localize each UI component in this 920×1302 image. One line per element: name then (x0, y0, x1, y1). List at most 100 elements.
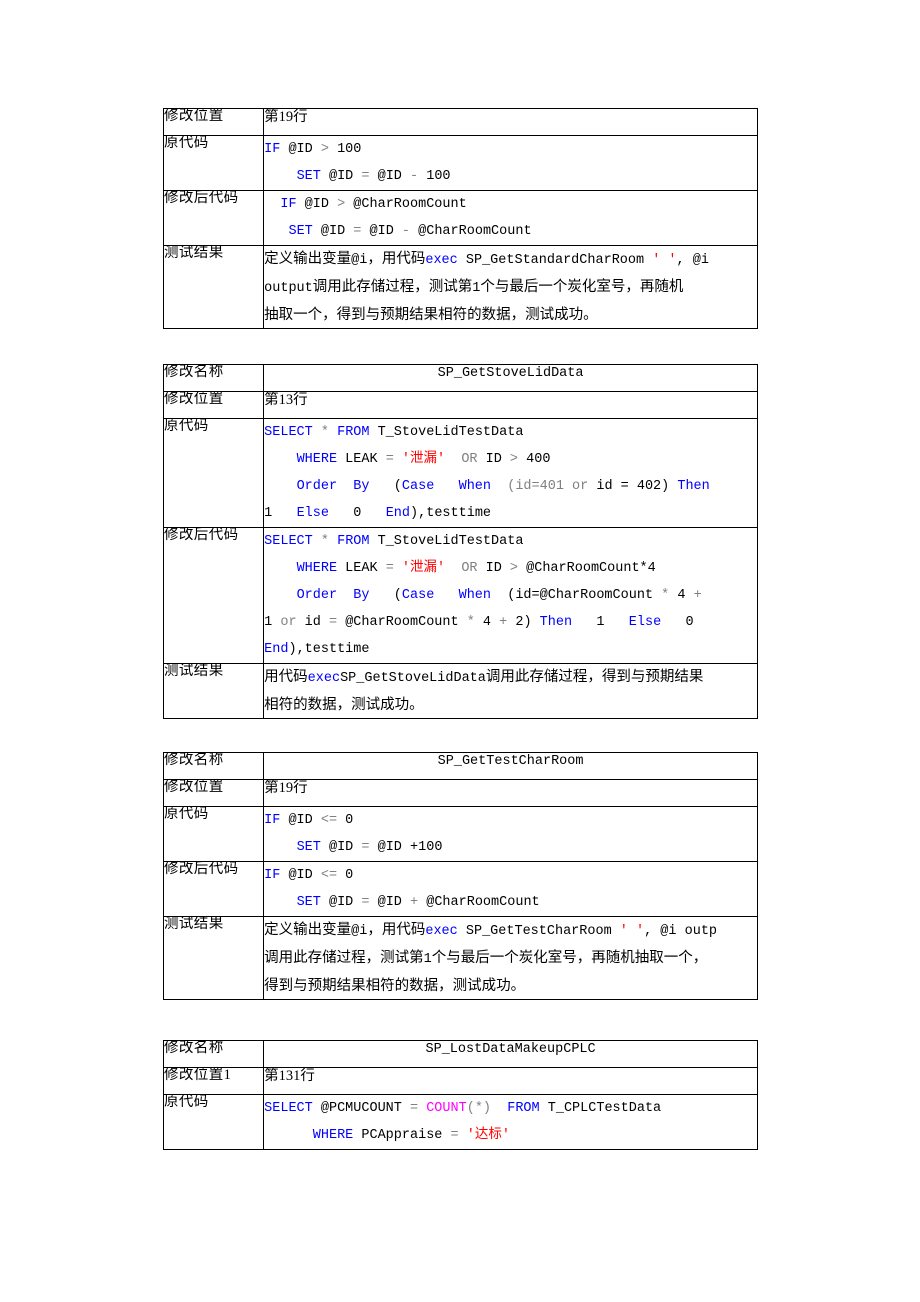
text-segment: 相符的数据，测试成功。 (264, 697, 424, 713)
code-token: COUNT (426, 1101, 467, 1116)
text-line: 用代码execSP_GetStoveLidData调用此存储过程，得到与预期结果 (264, 665, 757, 693)
code-token: > (509, 561, 519, 576)
row-label-modified-code: 修改后代码 (162, 527, 265, 664)
row-label-original-code: 原代码 (162, 1094, 265, 1150)
text-segment: 调用此存储过程，测试第 (264, 950, 424, 966)
code-token: id=401 (515, 479, 564, 494)
procedure-name: SP_GetTestCharRoom (437, 754, 584, 769)
code-token: - (401, 224, 411, 239)
modification-table-1: 修改位置 第19行 原代码 IF @ID > 100 SET @ID = @ID… (162, 108, 758, 329)
code-token: Else (296, 506, 329, 521)
code-line: WHERE LEAK = '泄漏' OR ID > @CharRoomCount… (265, 555, 757, 582)
code-token: 400 (518, 452, 551, 467)
code-line: IF @ID > 100 (265, 137, 757, 164)
code-block: SELECT @PCMUCOUNT = COUNT(*) FROM T_CPLC… (265, 1096, 757, 1149)
code-token: '泄漏' (401, 452, 446, 467)
code-line: SELECT @PCMUCOUNT = COUNT(*) FROM T_CPLC… (265, 1096, 757, 1123)
text-segment: 定义输出变量 (264, 922, 352, 938)
text-segment: ，用代码 (367, 251, 426, 267)
row-label-original-code: 原代码 (162, 806, 265, 862)
modification-table-2: 修改名称 SP_GetStoveLidData 修改位置 第13行 原代码 SE… (162, 364, 758, 719)
test-result-block: 定义输出变量@i，用代码exec SP_GetTestCharRoom ' ',… (264, 918, 757, 999)
table-row: 修改名称 SP_GetTestCharRoom (162, 752, 758, 780)
code-token: FROM (507, 1101, 540, 1116)
code-token: +100 (410, 840, 443, 855)
code-block: SELECT * FROM T_StoveLidTestData WHERE L… (265, 529, 757, 663)
code-token: = (385, 452, 394, 467)
code-token: @ID (369, 895, 411, 910)
code-token: @ID (296, 197, 338, 212)
text-segment: 调用此存储过程，测试第 (312, 279, 473, 295)
code-token: FROM (337, 534, 370, 549)
code-token: Case (401, 588, 435, 603)
code-token: or (272, 615, 305, 630)
code-token: @CharRoomCount (418, 895, 540, 910)
code-token: 4 (474, 615, 500, 630)
text-line: output调用此存储过程，测试第1个与最后一个炭化室号，再随机 (265, 274, 757, 302)
code-token: Order (296, 479, 338, 494)
row-label-modified-code: 修改后代码 (162, 861, 265, 917)
row-value-test-result: 用代码execSP_GetStoveLidData调用此存储过程，得到与预期结果… (263, 663, 758, 719)
row-label-test-result: 测试结果 (162, 663, 265, 719)
code-token: = (361, 840, 370, 855)
code-token: SET (288, 224, 313, 239)
row-value-modified-code: SELECT * FROM T_StoveLidTestData WHERE L… (263, 527, 758, 664)
table-row: 原代码 SELECT * FROM T_StoveLidTestData WHE… (162, 418, 758, 528)
row-label-name: 修改名称 (162, 364, 265, 392)
code-token: OR (461, 561, 478, 576)
code-token: 0 (337, 868, 354, 883)
code-token: SET (296, 895, 321, 910)
code-token: '达标' (466, 1128, 510, 1143)
code-block: IF @ID <= 0 SET @ID = @ID + @CharRoomCou… (265, 863, 757, 916)
row-label-name: 修改名称 (162, 752, 265, 780)
row-value-position: 第131行 (263, 1067, 758, 1095)
row-value-test-result: 定义输出变量@i，用代码exec SP_GetTestCharRoom ' ',… (263, 916, 758, 1000)
code-token: PCAppraise (353, 1128, 451, 1143)
code-token: 100 (418, 169, 451, 184)
row-value-original-code: IF @ID <= 0 SET @ID = @ID +100 (263, 806, 758, 862)
code-token: (*) (466, 1101, 492, 1116)
test-result-block: 定义输出变量@i，用代码exec SP_GetStandardCharRoom … (264, 247, 757, 328)
code-token: 2) (507, 615, 540, 630)
code-token: Order (296, 588, 338, 603)
code-token: - (410, 169, 419, 184)
table-row: 修改位置 第19行 (162, 108, 758, 136)
code-token: > (509, 452, 519, 467)
code-token: Else (628, 615, 662, 630)
row-value-original-code: SELECT * FROM T_StoveLidTestData WHERE L… (263, 418, 758, 528)
row-label-position: 修改位置 (162, 108, 265, 136)
code-token: 100 (328, 142, 362, 157)
table-row: 测试结果 定义输出变量@i，用代码exec SP_GetTestCharRoom… (162, 916, 758, 1000)
code-token: = (361, 895, 370, 910)
text-segment: 用代码 (264, 669, 308, 685)
code-block: IF @ID > @CharRoomCount SET @ID = @ID - … (265, 192, 757, 245)
code-token: SELECT (264, 425, 313, 440)
code-token: @CharRoomCount (337, 615, 467, 630)
text-segment: 个与最后一个炭化室号，再随机抽取一个， (431, 950, 708, 966)
code-token: + (693, 588, 702, 603)
code-token: @CharRoomCount (345, 197, 467, 212)
code-token: By (353, 479, 370, 494)
text-segment: 定义输出变量 (264, 251, 352, 267)
code-token: = (409, 1101, 419, 1116)
code-token: T_CPLCTestData (539, 1101, 662, 1116)
code-token: ( (369, 588, 402, 603)
modification-table-4: 修改名称 SP_LostDataMakeupCPLC 修改位置1 第131行 原… (162, 1040, 758, 1150)
code-token: When (458, 479, 492, 494)
code-token: 4 (669, 588, 694, 603)
code-line: IF @ID <= 0 (265, 863, 757, 890)
code-token: OR (461, 452, 478, 467)
code-token: T_StoveLidTestData (369, 425, 524, 440)
